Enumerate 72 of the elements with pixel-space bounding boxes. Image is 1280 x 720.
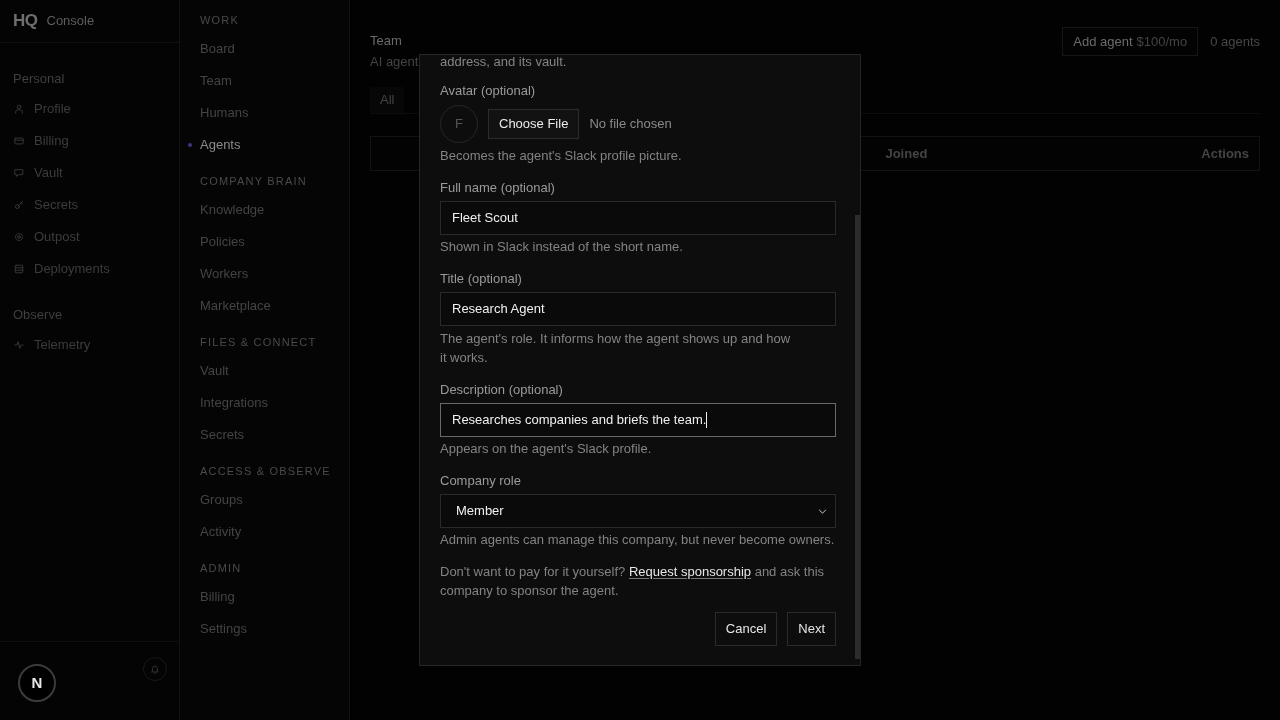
- speech-bubble-icon: [14, 168, 24, 178]
- nav-item[interactable]: Workers: [188, 258, 249, 290]
- field-hint: Shown in Slack instead of the short name.: [440, 238, 683, 256]
- gear-icon: [14, 232, 24, 242]
- choose-file-button[interactable]: Choose File: [488, 109, 580, 139]
- section-heading: Personal: [13, 70, 65, 88]
- key-icon: [14, 200, 24, 210]
- nav-item[interactable]: Knowledge: [188, 194, 265, 226]
- logo-text: HQ: [13, 11, 38, 31]
- section-heading: COMPANY BRAIN: [200, 174, 307, 189]
- dialog-text: address, and its vault.: [440, 55, 567, 69]
- page-subtitle: AI agent: [370, 53, 419, 71]
- nav-item[interactable]: Groups: [188, 484, 243, 516]
- sidebar-item[interactable]: Deployments: [13, 253, 110, 285]
- field-hint: Appears on the agent's Slack profile.: [440, 440, 652, 458]
- field-label: Title (optional): [440, 270, 522, 288]
- column-header: Joined: [885, 144, 928, 163]
- field-label: Avatar (optional): [440, 82, 536, 100]
- section-heading: ACCESS & OBSERVE: [200, 464, 331, 479]
- section-heading: ADMIN: [200, 561, 242, 576]
- person-icon: [14, 104, 24, 114]
- bell-icon: [150, 664, 160, 674]
- field-hint: Admin agents can manage this company, but never become owners.: [440, 531, 835, 549]
- nav-item[interactable]: Board: [188, 33, 235, 65]
- text-field[interactable]: Fleet Scout: [440, 201, 836, 235]
- column-header: Actions: [1201, 144, 1249, 163]
- add-agent-button[interactable]: Add agent $100/mo: [1062, 27, 1199, 56]
- nav-item[interactable]: Secrets: [188, 419, 245, 451]
- sidebar-item[interactable]: Secrets: [13, 189, 79, 221]
- scrollbar-thumb[interactable]: [855, 215, 860, 659]
- nav-item[interactable]: Marketplace: [188, 290, 271, 322]
- page-title: Team: [370, 32, 402, 50]
- field-hint: The agent's role. It informs how the agent shows up and how it works.: [440, 330, 792, 367]
- sponsorship-note: Don't want to pay for it yourself? Request sponsorship and ask this company to sponsor the agent.: [440, 563, 826, 600]
- sidebar-item[interactable]: Vault: [13, 157, 63, 189]
- text-cursor-icon: [706, 412, 708, 428]
- section-heading: Observe: [13, 306, 63, 324]
- text-field[interactable]: Research Agent: [440, 292, 836, 326]
- nav-item[interactable]: Integrations: [188, 387, 268, 419]
- sidebar-item[interactable]: Telemetry: [13, 329, 91, 361]
- agent-count: 0 agents: [1210, 32, 1260, 51]
- nav-item[interactable]: Settings: [188, 613, 247, 645]
- card-icon: [14, 136, 24, 146]
- tab[interactable]: All: [370, 86, 405, 113]
- sidebar-item[interactable]: Billing: [13, 125, 69, 157]
- cancel-button[interactable]: Cancel: [714, 612, 778, 646]
- file-status-text: No file chosen: [589, 115, 672, 134]
- stack-icon: [14, 264, 24, 274]
- field-label: Company role: [440, 472, 521, 490]
- nav-item[interactable]: Vault: [188, 355, 229, 387]
- price-text: $100/mo: [1136, 32, 1188, 51]
- field-label: Full name (optional): [440, 179, 555, 197]
- pulse-icon: [14, 340, 24, 350]
- nav-item[interactable]: Team: [188, 65, 232, 97]
- section-heading: WORK: [200, 13, 240, 28]
- field-label: Description (optional): [440, 381, 563, 399]
- sidebar-item[interactable]: Outpost: [13, 221, 80, 253]
- nav-item[interactable]: Billing: [188, 581, 235, 613]
- field-hint: Becomes the agent's Slack profile picture.: [440, 147, 682, 165]
- section-heading: FILES & CONNECT: [200, 335, 317, 350]
- nav-item[interactable]: Agents: [188, 129, 241, 161]
- nav-item[interactable]: Activity: [188, 516, 242, 548]
- app-title: Console: [46, 12, 95, 30]
- chevron-icon: [818, 508, 827, 514]
- sponsorship-link[interactable]: Request sponsorship: [628, 564, 752, 579]
- text-field[interactable]: Researches companies and briefs the team.: [440, 403, 836, 437]
- next-button[interactable]: Next: [787, 612, 836, 646]
- dev-indicator-button[interactable]: N: [18, 664, 56, 702]
- nav-item[interactable]: Humans: [188, 97, 249, 129]
- sidebar-item[interactable]: Profile: [13, 93, 71, 125]
- role-select[interactable]: Member: [440, 494, 836, 528]
- nav-item[interactable]: Policies: [188, 226, 245, 258]
